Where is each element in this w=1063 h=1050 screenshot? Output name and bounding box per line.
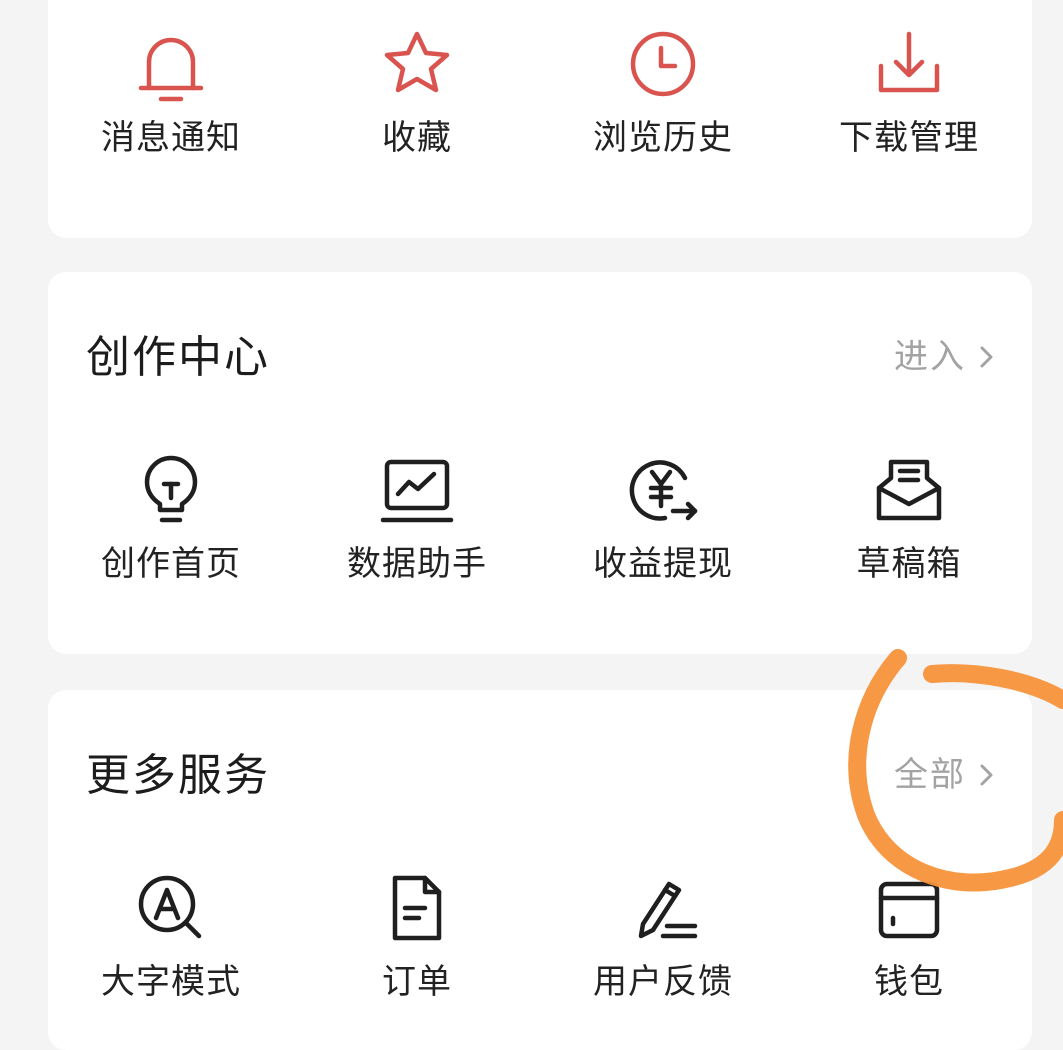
quick-action-label: 浏览历史 (593, 118, 733, 158)
creation-center-title: 创作中心 (86, 332, 270, 383)
draft-box-item[interactable]: 草稿箱 (786, 448, 1032, 586)
quick-action-notifications[interactable]: 消息通知 (48, 22, 294, 160)
draft-box-icon (867, 448, 951, 532)
chevron-right-icon (980, 346, 993, 368)
large-font-mode-item[interactable]: 大字模式 (48, 866, 294, 1004)
more-services-card: 更多服务 全部 大字模式 订单 用户反馈 钱包 (48, 690, 1032, 1050)
earnings-withdraw-item[interactable]: 收益提现 (540, 448, 786, 586)
chevron-right-icon (980, 764, 993, 786)
pencil-feedback-icon (621, 866, 705, 950)
star-icon (375, 22, 459, 106)
creation-center-grid: 创作首页 数据助手 收益提现 草稿箱 (48, 448, 1032, 586)
more-services-title: 更多服务 (86, 750, 270, 801)
enter-link-label: 进入 (894, 337, 966, 377)
wallet-item[interactable]: 钱包 (786, 866, 1032, 1004)
creation-item-label: 数据助手 (347, 544, 487, 584)
creation-item-label: 收益提现 (593, 544, 733, 584)
wallet-icon (867, 866, 951, 950)
yuan-withdraw-icon (621, 448, 705, 532)
orders-item[interactable]: 订单 (294, 866, 540, 1004)
quick-action-history[interactable]: 浏览历史 (540, 22, 786, 160)
clock-icon (621, 22, 705, 106)
quick-action-label: 收藏 (382, 118, 452, 158)
service-item-label: 大字模式 (101, 962, 241, 1002)
quick-action-downloads[interactable]: 下载管理 (786, 22, 1032, 160)
download-icon (867, 22, 951, 106)
creation-center-card: 创作中心 进入 创作首页 数据助手 收益提现 草稿箱 (48, 272, 1032, 654)
creation-item-label: 创作首页 (101, 544, 241, 584)
quick-action-label: 下载管理 (839, 118, 979, 158)
data-assistant-item[interactable]: 数据助手 (294, 448, 540, 586)
creation-center-enter-link[interactable]: 进入 (894, 332, 996, 382)
more-services-all-link[interactable]: 全部 (894, 750, 996, 800)
quick-actions-grid: 消息通知 收藏 浏览历史 下载管理 (48, 22, 1032, 160)
creation-home-item[interactable]: 创作首页 (48, 448, 294, 586)
service-item-label: 订单 (382, 962, 452, 1002)
quick-actions-card: 消息通知 收藏 浏览历史 下载管理 (48, 0, 1032, 238)
large-font-icon (129, 866, 213, 950)
quick-action-favorites[interactable]: 收藏 (294, 22, 540, 160)
chart-monitor-icon (375, 448, 459, 532)
lightbulb-icon (129, 448, 213, 532)
order-document-icon (375, 866, 459, 950)
user-feedback-item[interactable]: 用户反馈 (540, 866, 786, 1004)
service-item-label: 钱包 (874, 962, 944, 1002)
service-item-label: 用户反馈 (593, 962, 733, 1002)
bell-icon (129, 22, 213, 106)
more-services-grid: 大字模式 订单 用户反馈 钱包 (48, 866, 1032, 1004)
all-link-label: 全部 (894, 755, 966, 795)
creation-item-label: 草稿箱 (856, 544, 962, 584)
quick-action-label: 消息通知 (101, 118, 241, 158)
